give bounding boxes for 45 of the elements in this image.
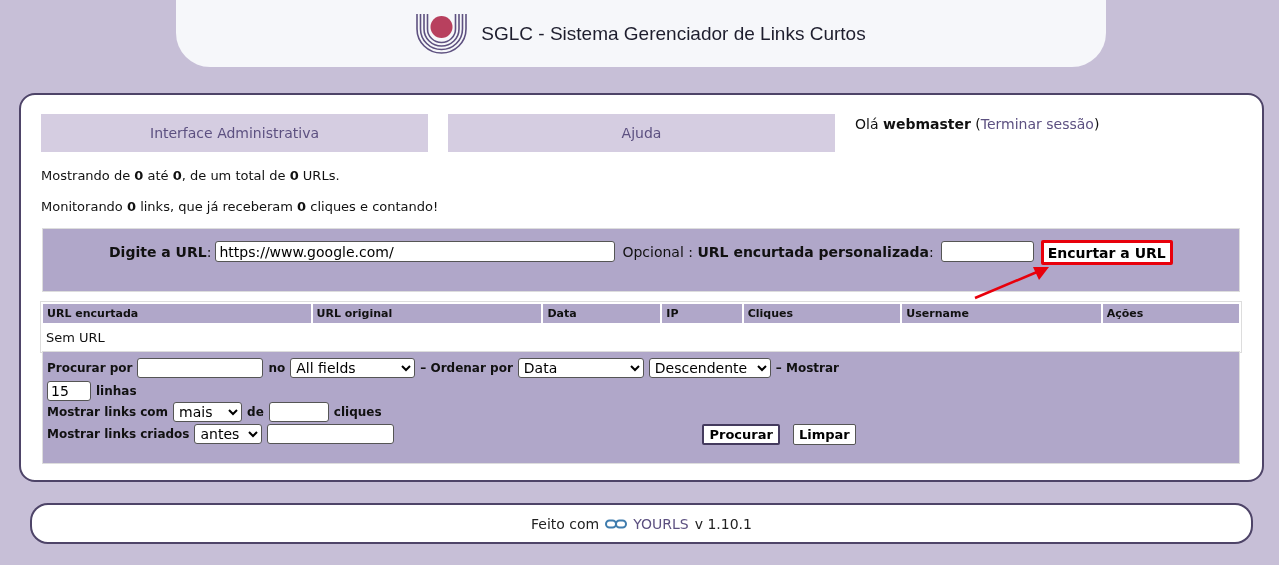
filter-label: no (268, 361, 286, 375)
column-header: Cliques (743, 304, 901, 323)
filter-label: Mostrar links criados (47, 427, 190, 441)
url-input[interactable]: https://www.google.com/ (215, 241, 616, 262)
empty-message: Sem URL (45, 329, 106, 347)
url-label: Digite a URL: (109, 243, 212, 262)
filter-label: Mostrar links com (47, 405, 169, 419)
nav-tab[interactable]: Interface Administrativa (41, 114, 428, 152)
column-header: URL encurtada (43, 304, 311, 323)
stats-text: Mostrando de 0 até 0, de um total de 0 URLs. (41, 168, 341, 183)
filter-input[interactable] (267, 424, 395, 444)
yourls-link[interactable]: YOURLS (633, 515, 689, 532)
link-icon (605, 518, 628, 529)
filter-label: – Ordenar por (420, 361, 513, 375)
filter-input[interactable]: 15 (47, 381, 91, 401)
version-text: v 1.10.1 (694, 515, 752, 532)
column-header: URL original (312, 304, 542, 323)
app-title: SGLC - Sistema Gerenciador de Links Curtos (481, 22, 866, 45)
filter-label: de (247, 405, 264, 419)
filter-label: linhas (96, 384, 137, 398)
column-header: Ações (1102, 304, 1239, 323)
filter-select[interactable]: antes (194, 424, 263, 444)
filter-label: – Mostrar (775, 361, 839, 375)
column-header: Data (543, 304, 661, 323)
stats-text: Monitorando 0 links, que já receberam 0 cliques e contando! (41, 199, 440, 214)
keyword-input[interactable] (940, 241, 1034, 262)
filter-label: Procurar por (47, 361, 133, 375)
filter-select[interactable]: All fields (290, 358, 416, 378)
filter-label: cliques (333, 405, 382, 419)
keyword-label: Opcional : URL encurtada personalizada: (622, 243, 934, 262)
logo-icon (416, 13, 468, 54)
shorten-button[interactable]: Encurtar a URL (1040, 240, 1173, 265)
column-header: IP (662, 304, 742, 323)
clear-button[interactable]: Limpar (792, 423, 856, 445)
filter-select[interactable]: Descendente (648, 358, 771, 378)
filter-input[interactable] (268, 402, 329, 422)
search-button[interactable]: Procurar (702, 423, 780, 445)
greeting-text: Olá webmaster (Terminar sessão) (855, 115, 1100, 132)
filter-select[interactable]: Data (517, 358, 644, 378)
footer-text: Feito com (531, 515, 600, 532)
filter-select[interactable]: mais (173, 402, 243, 422)
filter-input[interactable] (137, 358, 264, 378)
logout-link[interactable]: Terminar sessão (980, 116, 1094, 132)
column-header: Username (902, 304, 1101, 323)
nav-tab[interactable]: Ajuda (448, 114, 835, 152)
